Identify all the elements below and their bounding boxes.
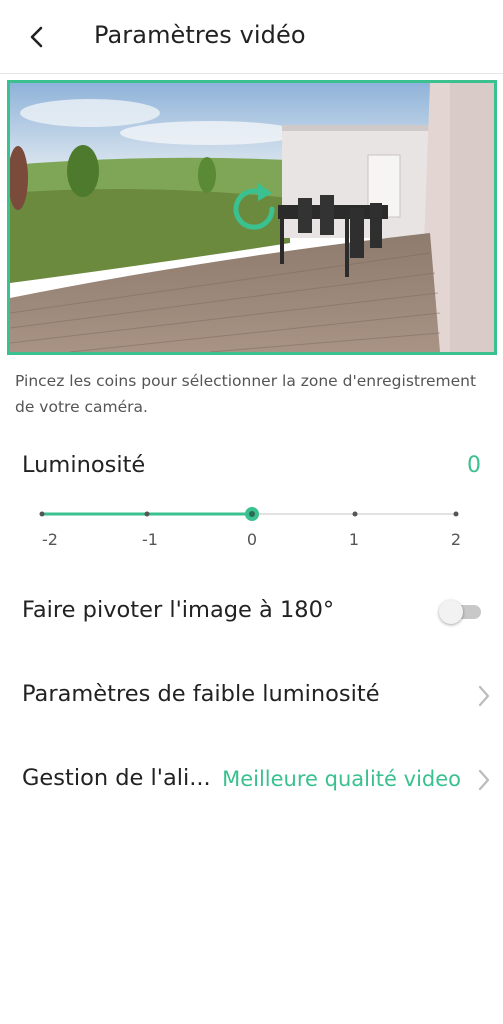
chevron-right-icon xyxy=(478,769,490,791)
slider-tick xyxy=(453,511,459,517)
slider-thumb-center xyxy=(249,511,255,517)
toggle-knob xyxy=(439,600,463,624)
power-management-value[interactable]: Meilleure qualité video xyxy=(222,767,461,791)
brightness-label: Luminosité xyxy=(22,452,146,478)
chevron-right-icon xyxy=(478,685,490,707)
camera-preview-image xyxy=(10,83,494,352)
chevron-left-icon xyxy=(30,26,43,48)
slider-tick-label: -2 xyxy=(42,530,58,549)
slider-tick-label: 2 xyxy=(450,530,462,549)
header: Paramètres vidéo xyxy=(0,0,503,74)
low-light-settings-label[interactable]: Paramètres de faible luminosité xyxy=(22,681,380,707)
slider-tick-label: 1 xyxy=(348,530,360,549)
slider-tick xyxy=(39,511,45,517)
rotate-toggle[interactable] xyxy=(439,600,481,624)
camera-preview[interactable] xyxy=(7,80,497,355)
preview-hint: Pincez les coins pour sélectionner la zo… xyxy=(15,372,477,416)
power-management-label[interactable]: Gestion de l'ali... xyxy=(22,765,211,791)
rotate-label: Faire pivoter l'image à 180° xyxy=(22,597,335,623)
slider-tick-label: 0 xyxy=(246,530,258,549)
page-title: Paramètres vidéo xyxy=(94,21,306,49)
slider-tick xyxy=(144,511,150,517)
slider-tick xyxy=(352,511,358,517)
back-button[interactable] xyxy=(22,22,52,52)
slider-tick-label: -1 xyxy=(142,530,158,549)
brightness-value: 0 xyxy=(467,453,481,478)
